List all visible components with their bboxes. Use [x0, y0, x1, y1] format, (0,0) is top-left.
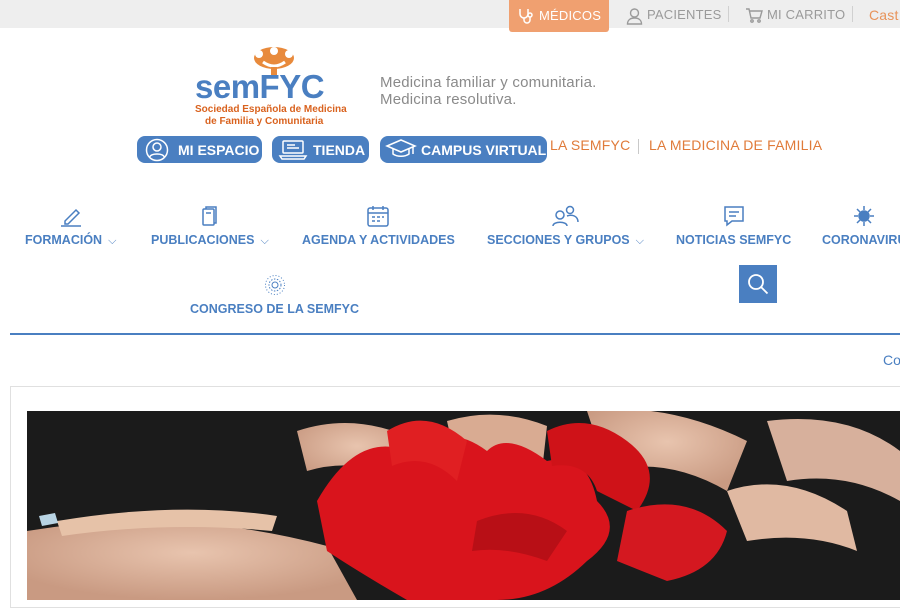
books-icon: [202, 206, 217, 226]
nav-divider: [10, 333, 900, 335]
group-icon: [552, 205, 580, 227]
pacientes-label: PACIENTES: [647, 7, 722, 22]
nav-formacion[interactable]: FORMACIÓN ⌵: [25, 205, 116, 248]
svg-text:de Familia y Comunitaria: de Familia y Comunitaria: [205, 116, 324, 127]
hero-image: [27, 411, 900, 600]
tagline: Medicina familiar y comunitaria. Medicin…: [380, 74, 596, 108]
user-circle-icon: [145, 138, 169, 162]
calendar-icon: [367, 206, 390, 227]
nav-noticias-label: NOTICIAS SEMFYC: [676, 233, 792, 247]
nav-formacion-label: FORMACIÓN: [25, 233, 103, 247]
campus-virtual-button[interactable]: CAMPUS VIRTUAL: [380, 136, 547, 163]
medicos-tab[interactable]: MÉDICOS: [509, 0, 609, 32]
nav-secciones-label: SECCIONES Y GRUPOS: [487, 233, 630, 247]
pencil-icon: [60, 208, 81, 227]
chat-icon: [723, 206, 744, 227]
nav-secciones[interactable]: SECCIONES Y GRUPOS ⌵: [487, 205, 644, 248]
virus-icon: [854, 206, 875, 226]
search-icon: [748, 274, 769, 295]
nav-coronavirus-label: CORONAVIRU: [822, 233, 900, 247]
topbar-separator: [852, 6, 853, 22]
nav-publicaciones[interactable]: PUBLICACIONES ⌵: [151, 205, 269, 248]
top-bar: MÉDICOS PACIENTES MI CARRITO Cast: [0, 0, 900, 32]
tagline-line1: Medicina familiar y comunitaria.: [380, 74, 597, 91]
graduation-cap-icon: [385, 139, 417, 157]
carrito-label: MI CARRITO: [767, 7, 846, 22]
semfyc-logo[interactable]: semFYC Sociedad Española de Medicina de …: [193, 42, 355, 128]
svg-text:Sociedad Española de Medicina: Sociedad Española de Medicina: [195, 104, 347, 115]
chevron-down-icon: ⌵: [635, 235, 644, 247]
svg-text:semFYC: semFYC: [195, 68, 324, 105]
carrito-link[interactable]: MI CARRITO: [745, 0, 845, 28]
nav-publicaciones-label: PUBLICACIONES: [151, 233, 255, 247]
cart-icon: [746, 8, 763, 23]
nav-agenda[interactable]: AGENDA Y ACTIVIDADES: [302, 205, 455, 247]
tagline-line2: Medicina resolutiva.: [380, 91, 517, 108]
tienda-button[interactable]: TIENDA: [272, 136, 369, 163]
nav-noticias[interactable]: NOTICIAS SEMFYC: [676, 205, 791, 247]
chevron-down-icon: ⌵: [108, 235, 117, 247]
la-semfyc-link[interactable]: LA SEMFYC: [550, 137, 630, 153]
truncated-link[interactable]: Co: [883, 352, 900, 368]
mi-espacio-label: MI ESPACIO: [178, 142, 260, 158]
campus-virtual-label: CAMPUS VIRTUAL: [421, 142, 547, 158]
logo-brand-text: semFYC: [195, 68, 324, 105]
medicina-familia-link[interactable]: LA MEDICINA DE FAMILIA: [649, 137, 822, 153]
nav-agenda-label: AGENDA Y ACTIVIDADES: [302, 233, 455, 247]
medicos-label: MÉDICOS: [539, 8, 602, 23]
nav-congreso[interactable]: CONGRESO DE LA SEMFYC: [190, 274, 359, 316]
tienda-label: TIENDA: [313, 142, 366, 158]
radial-icon: [264, 275, 285, 295]
header-link-separator: [638, 139, 639, 154]
search-button[interactable]: [739, 265, 777, 303]
logo-subtitle-line1: Sociedad Española de Medicina: [195, 104, 347, 115]
chevron-down-icon: ⌵: [260, 235, 269, 247]
mi-espacio-button[interactable]: MI ESPACIO: [137, 136, 262, 163]
stethoscope-icon: [519, 9, 533, 24]
language-selector[interactable]: Cast: [869, 0, 899, 28]
user-icon: [626, 7, 643, 25]
laptop-icon: [278, 140, 308, 160]
pacientes-link[interactable]: PACIENTES: [626, 0, 722, 28]
nav-congreso-label: CONGRESO DE LA SEMFYC: [190, 302, 359, 316]
logo-subtitle-line2: de Familia y Comunitaria: [205, 116, 324, 127]
topbar-separator: [728, 6, 729, 22]
nav-coronavirus[interactable]: CORONAVIRU: [822, 205, 900, 247]
